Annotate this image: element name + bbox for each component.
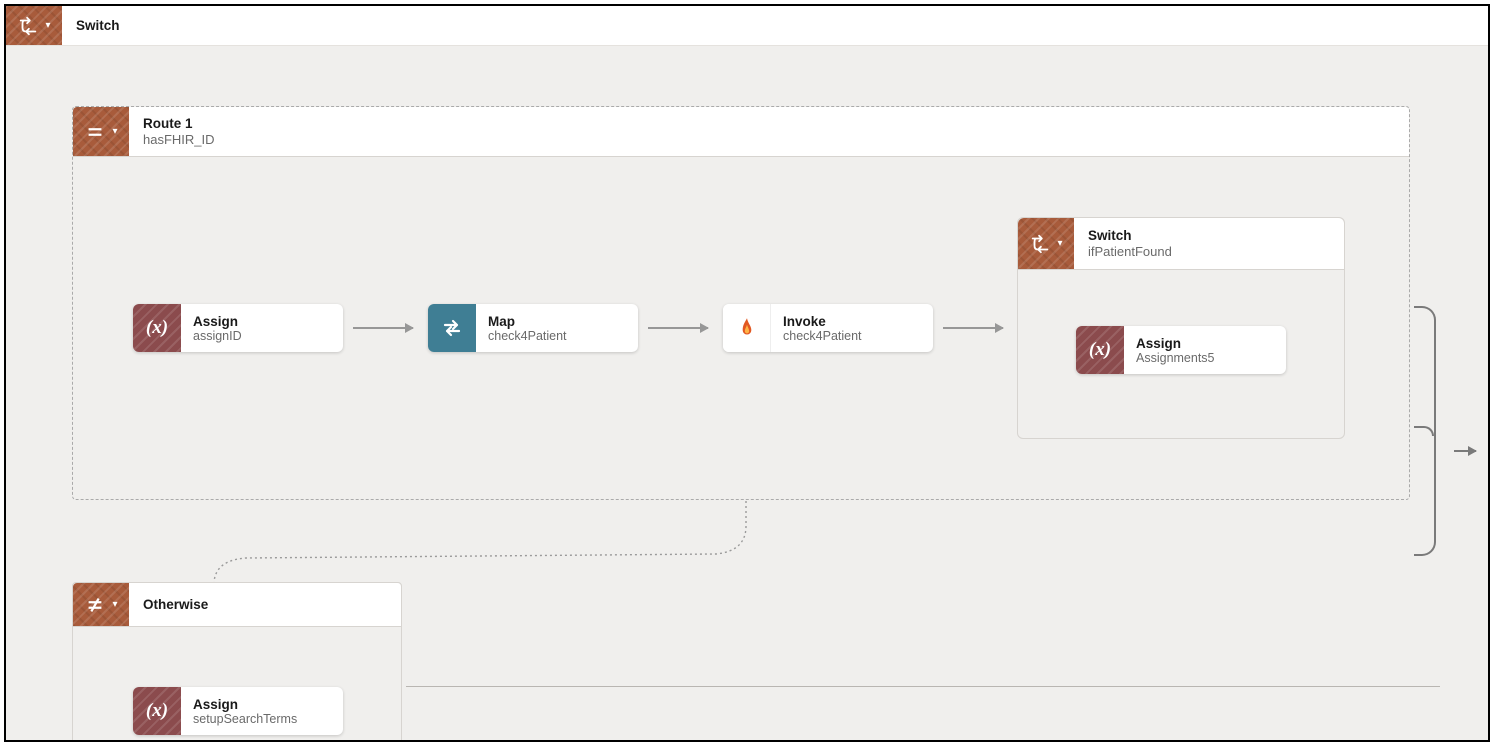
switch-title: Switch xyxy=(76,18,120,33)
route1-title: Route 1 xyxy=(143,116,215,131)
route1-subtitle: hasFHIR_ID xyxy=(143,132,215,147)
flow-arrow xyxy=(353,327,413,329)
node-title: Assign xyxy=(193,697,297,712)
otherwise-header[interactable]: ▾ Otherwise xyxy=(73,583,401,627)
node-subtitle: check4Patient xyxy=(488,329,582,343)
otherwise-container[interactable]: ▾ Otherwise (x) Assign setupSearchTerms xyxy=(72,582,402,742)
chevron-down-icon: ▾ xyxy=(112,600,117,610)
route-icon[interactable]: ▾ xyxy=(73,107,129,156)
flow-arrow xyxy=(943,327,1003,329)
inner-switch-header[interactable]: ▾ Switch ifPatientFound xyxy=(1018,218,1344,270)
assign-icon: (x) xyxy=(133,304,181,352)
switch-container-header[interactable]: ▾ Switch xyxy=(6,6,1488,46)
route1-container[interactable]: ▾ Route 1 hasFHIR_ID (x) Assign assignID xyxy=(72,106,1410,500)
node-map[interactable]: Map check4Patient xyxy=(428,304,638,352)
node-subtitle: assignID xyxy=(193,329,287,343)
node-subtitle: setupSearchTerms xyxy=(193,712,297,726)
node-title: Map xyxy=(488,314,582,329)
switch-icon[interactable]: ▾ xyxy=(1018,218,1074,269)
flow-arrow xyxy=(648,327,708,329)
inner-switch-subtitle: ifPatientFound xyxy=(1088,244,1172,259)
node-title: Assign xyxy=(1136,336,1230,351)
inner-switch-container[interactable]: ▾ Switch ifPatientFound (x) Assign Assig… xyxy=(1017,217,1345,439)
map-icon xyxy=(428,304,476,352)
node-invoke[interactable]: Invoke check4Patient xyxy=(723,304,933,352)
switch-icon[interactable]: ▾ xyxy=(6,6,62,45)
assign-icon: (x) xyxy=(133,687,181,735)
chevron-down-icon: ▾ xyxy=(112,127,117,137)
invoke-icon xyxy=(723,304,771,352)
branch-icon xyxy=(17,15,39,37)
node-subtitle: Assignments5 xyxy=(1136,351,1230,365)
node-assign[interactable]: (x) Assign assignID xyxy=(133,304,343,352)
node-assign-inner[interactable]: (x) Assign Assignments5 xyxy=(1076,326,1286,374)
merge-connector xyxy=(1414,306,1484,556)
node-assign-otherwise[interactable]: (x) Assign setupSearchTerms xyxy=(133,687,343,735)
equals-icon xyxy=(84,121,106,143)
otherwise-title: Otherwise xyxy=(143,597,208,612)
node-title: Assign xyxy=(193,314,287,329)
inner-switch-title: Switch xyxy=(1088,228,1172,243)
assign-icon: (x) xyxy=(1076,326,1124,374)
node-title: Invoke xyxy=(783,314,877,329)
route1-header[interactable]: ▾ Route 1 hasFHIR_ID xyxy=(73,107,1409,157)
branch-icon xyxy=(1029,233,1051,255)
chevron-down-icon: ▾ xyxy=(1057,239,1062,249)
flow-rule xyxy=(406,686,1440,687)
node-subtitle: check4Patient xyxy=(783,329,877,343)
not-equals-icon xyxy=(84,594,106,616)
chevron-down-icon: ▾ xyxy=(45,21,50,31)
canvas[interactable]: ▾ Switch ▾ Route 1 hasFHIR_ID (x) A xyxy=(4,4,1490,742)
otherwise-icon[interactable]: ▾ xyxy=(73,583,129,626)
